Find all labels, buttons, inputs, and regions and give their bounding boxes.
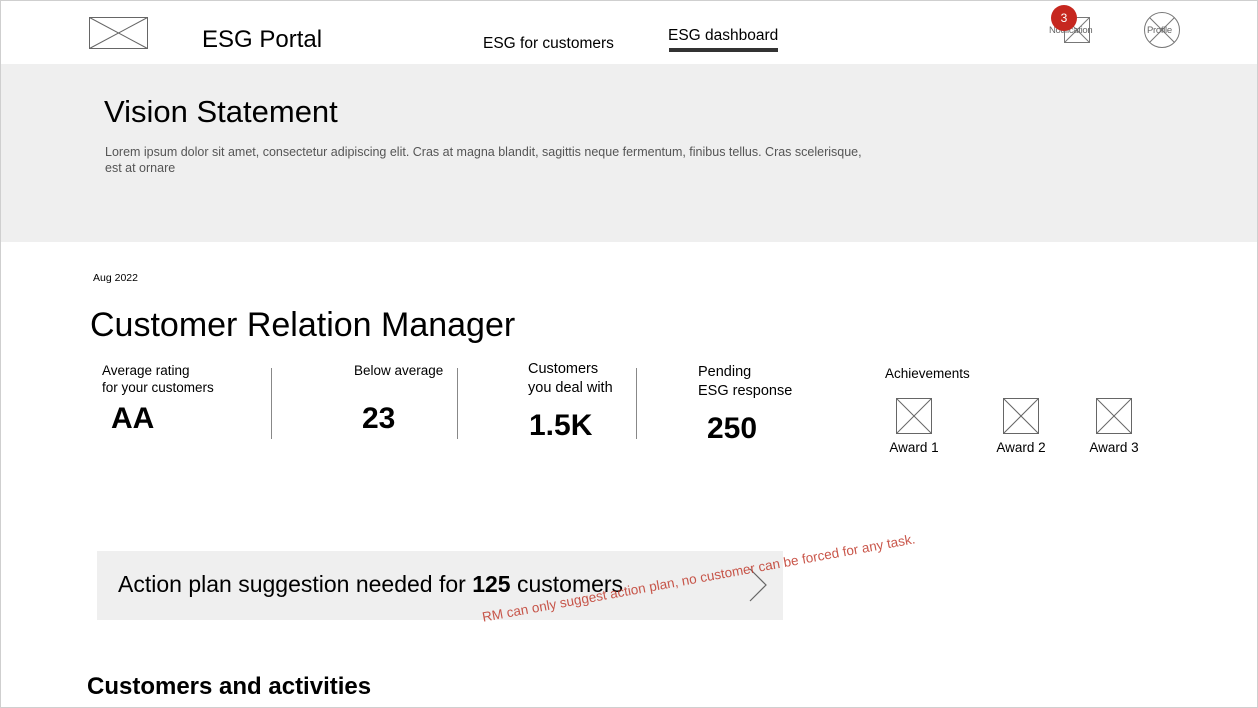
app-title: ESG Portal bbox=[202, 26, 323, 53]
award-label: Award 3 bbox=[1089, 440, 1139, 455]
kpi-label-line: you deal with bbox=[528, 380, 613, 396]
kpi-divider bbox=[636, 368, 637, 439]
kpi-divider bbox=[271, 368, 272, 439]
kpi-label-line: Customers bbox=[528, 361, 599, 377]
kpi-label-line: Average rating bbox=[102, 363, 190, 378]
section-title-crm: Customer Relation Manager bbox=[90, 306, 516, 344]
action-plan-prefix: Action plan suggestion needed for bbox=[118, 571, 473, 597]
kpi-divider bbox=[457, 368, 458, 439]
kpi-label-line: Pending bbox=[698, 364, 752, 380]
kpi-customers-value: 1.5K bbox=[529, 409, 593, 442]
award-label: Award 1 bbox=[889, 440, 939, 455]
notification-count-badge: 3 bbox=[1051, 5, 1077, 31]
profile-label: Profile bbox=[1147, 25, 1172, 36]
kpi-below-average-value: 23 bbox=[362, 402, 396, 435]
kpi-pending-esg-value: 250 bbox=[707, 412, 758, 445]
notification-button[interactable]: Notification 3 bbox=[1049, 5, 1110, 47]
kpi-average-rating-value: AA bbox=[111, 402, 155, 435]
action-plan-count: 125 bbox=[472, 571, 511, 597]
kpi-label-line: for your customers bbox=[102, 380, 214, 395]
nav-active-indicator bbox=[669, 48, 778, 52]
logo-image-placeholder-icon bbox=[89, 17, 148, 49]
award-item-3[interactable]: Award 3 bbox=[1084, 398, 1144, 462]
award-image-placeholder-icon bbox=[1096, 398, 1132, 434]
kpi-label-line: ESG response bbox=[698, 383, 793, 399]
nav-esg-dashboard[interactable]: ESG dashboard bbox=[668, 27, 778, 45]
nav-esg-for-customers[interactable]: ESG for customers bbox=[483, 35, 614, 53]
period-date-label: Aug 2022 bbox=[93, 272, 138, 284]
achievements-label: Achievements bbox=[885, 366, 970, 381]
kpi-pending-esg-label: Pending ESG response bbox=[698, 363, 792, 401]
profile-button[interactable]: Profile bbox=[1144, 12, 1180, 48]
award-image-placeholder-icon bbox=[896, 398, 932, 434]
kpi-customers-label: Customers you deal with bbox=[528, 360, 613, 398]
award-item-1[interactable]: Award 1 bbox=[884, 398, 944, 462]
vision-body-text: Lorem ipsum dolor sit amet, consectetur … bbox=[105, 145, 862, 175]
award-item-2[interactable]: Award 2 bbox=[991, 398, 1051, 462]
customers-activities-heading: Customers and activities bbox=[87, 673, 372, 700]
action-plan-text: Action plan suggestion needed for 125 cu… bbox=[118, 571, 623, 597]
kpi-average-rating-label: Average rating for your customers bbox=[102, 362, 214, 396]
vision-title: Vision Statement bbox=[104, 94, 338, 129]
award-image-placeholder-icon bbox=[1003, 398, 1039, 434]
kpi-below-average-label: Below average bbox=[354, 363, 444, 378]
award-label: Award 2 bbox=[996, 440, 1046, 455]
